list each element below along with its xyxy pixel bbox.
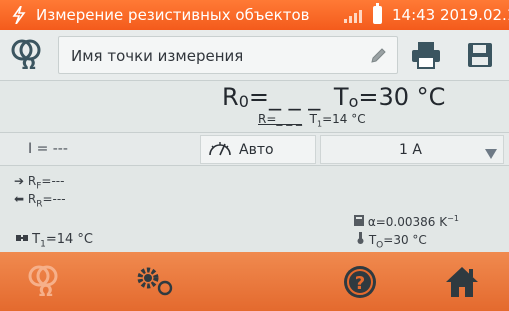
t0-reading: TO=30 °C <box>357 232 427 250</box>
svg-text:?: ? <box>355 273 365 294</box>
point-name-label: Имя точки измерения <box>71 47 244 65</box>
rf-value: =--- <box>41 174 65 188</box>
measurement-result: R0=_ _ _ To=30 °C R=_ _ _ T1=14 °C <box>0 80 509 132</box>
battery-icon <box>373 3 382 24</box>
pencil-icon[interactable] <box>369 47 387 69</box>
t1-info-value: =14 °C <box>45 232 93 247</box>
mode-label: Авто <box>239 141 274 158</box>
t0-label: T <box>333 83 349 111</box>
controls-row: I = --- Авто 1 A <box>0 132 509 166</box>
r0-subscript: 0 <box>238 92 249 111</box>
measurement-button[interactable]: Ω <box>16 258 76 306</box>
current-select-value: 1 A <box>399 142 422 158</box>
calculator-icon <box>354 215 368 229</box>
help-icon: ? <box>344 266 376 298</box>
r-value: R=_ _ _ <box>258 112 303 126</box>
current-readout: I = --- <box>28 141 68 157</box>
t1-label: T <box>309 112 318 126</box>
status-title: Измерение резистивных объектов <box>36 6 310 24</box>
resistance-meter-icon: Ω <box>28 265 58 300</box>
secondary-reading: R=_ _ _ T1=14 °C <box>258 112 366 128</box>
info-panel: ➔ RF=--- ⬅ RR =--- T1=14 °C α=0.00386 K−1… <box>0 166 509 252</box>
status-bar: Измерение резистивных объектов 14:43 201… <box>0 0 509 30</box>
t1-value: =14 °C <box>322 112 366 126</box>
help-button[interactable]: ? <box>330 258 390 306</box>
rr-value: =--- <box>42 192 66 206</box>
arrow-left-icon: ⬅ <box>14 192 25 206</box>
current-select[interactable]: 1 A <box>320 135 504 164</box>
point-name-field[interactable]: Имя точки измерения <box>58 36 398 74</box>
t0-subscript: o <box>348 92 359 111</box>
probe-icon <box>16 232 32 247</box>
thermometer-icon <box>357 232 369 247</box>
alpha-value: α=0.00386 K <box>367 215 448 229</box>
gauge-auto-icon <box>207 139 233 161</box>
rr-reading: ⬅ RR=--- <box>14 192 66 209</box>
t0-value: =30 °C <box>358 83 446 111</box>
r0-value: =_ _ _ <box>248 83 321 111</box>
chevron-down-icon[interactable] <box>485 144 497 163</box>
bottom-toolbar: Ω ? <box>0 252 509 311</box>
print-button[interactable] <box>404 34 448 76</box>
resistance-meter-icon[interactable]: Ω <box>4 34 54 76</box>
alpha-exponent: −1 <box>447 214 459 223</box>
rf-reading: ➔ RF=--- <box>14 174 64 191</box>
flash-icon <box>8 6 30 24</box>
home-icon <box>446 267 478 297</box>
rr-label: R <box>27 192 37 206</box>
r0-label: R <box>222 83 239 111</box>
t0-info-value: =30 °C <box>383 233 427 247</box>
gears-icon <box>137 267 173 296</box>
alpha-reading: α=0.00386 K−1 <box>354 214 459 229</box>
clock: 14:43 2019.02.10 <box>392 6 509 24</box>
floppy-disk-icon <box>468 43 492 67</box>
signal-icon <box>344 9 362 23</box>
arrow-right-icon: ➔ <box>14 174 25 188</box>
t1-reading: T1=14 °C <box>16 232 93 250</box>
save-button[interactable] <box>458 34 502 76</box>
t1-info-label: T <box>32 232 41 247</box>
home-button[interactable] <box>432 258 492 306</box>
settings-button[interactable] <box>126 258 186 306</box>
svg-text:Ω: Ω <box>22 54 36 72</box>
header: Ω Имя точки измерения <box>0 30 509 80</box>
svg-text:Ω: Ω <box>39 281 53 300</box>
rf-label: R <box>27 174 37 188</box>
mode-button[interactable]: Авто <box>200 135 316 164</box>
main-reading: R0=_ _ _ To=30 °C <box>222 83 445 111</box>
printer-icon <box>412 42 440 69</box>
